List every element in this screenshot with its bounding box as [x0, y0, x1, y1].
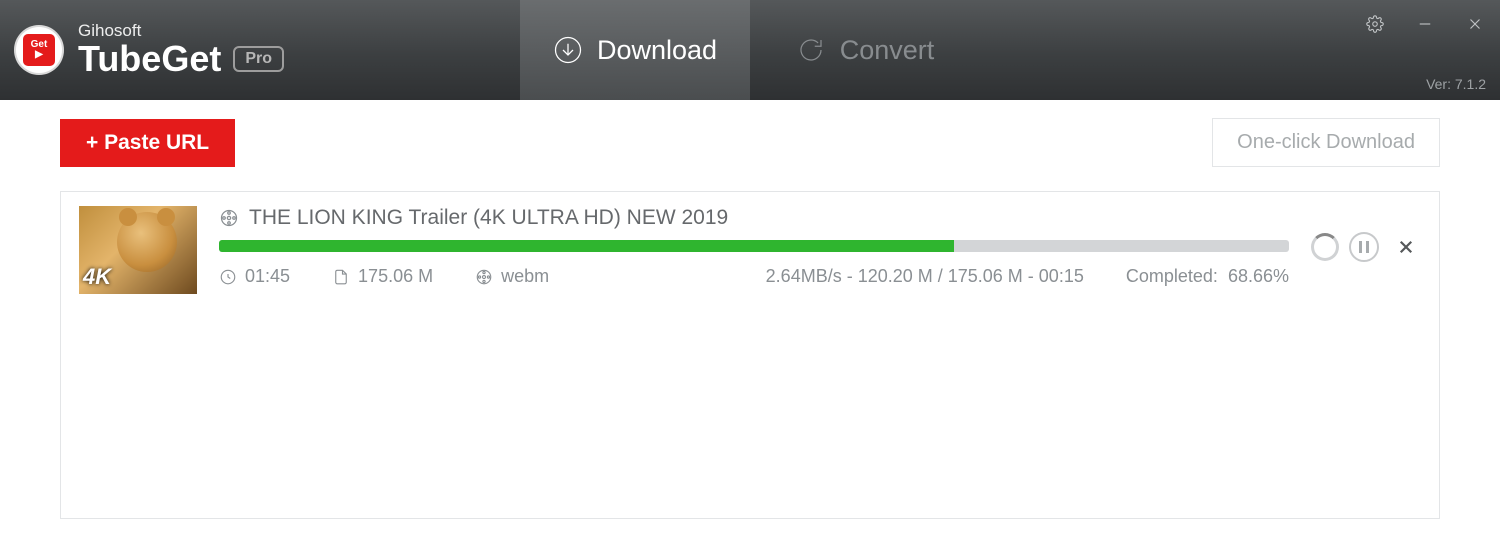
pro-badge: Pro	[233, 46, 284, 72]
film-icon	[219, 208, 239, 228]
video-title: THE LION KING Trailer (4K ULTRA HD) NEW …	[249, 206, 728, 230]
transfer-stats: 2.64MB/s - 120.20 M / 175.06 M - 00:15	[766, 266, 1084, 287]
app-logo-glyph: Get▶	[23, 34, 55, 66]
mode-tabs: Download Convert	[520, 0, 980, 100]
tab-download[interactable]: Download	[520, 0, 750, 100]
item-controls	[1311, 232, 1421, 262]
file-size: 175.06 M	[332, 266, 433, 287]
progress-fill	[219, 240, 954, 252]
pause-button[interactable]	[1349, 232, 1379, 262]
file-size-value: 175.06 M	[358, 266, 433, 287]
minimize-icon	[1416, 15, 1434, 33]
tab-convert[interactable]: Convert	[750, 0, 980, 100]
completed-label: Completed:	[1126, 266, 1218, 286]
video-thumbnail: 4K	[79, 206, 197, 294]
tab-download-label: Download	[597, 35, 717, 66]
download-body: THE LION KING Trailer (4K ULTRA HD) NEW …	[219, 206, 1289, 287]
duration-value: 01:45	[245, 266, 290, 287]
resolution-badge: 4K	[83, 264, 111, 290]
format: webm	[475, 266, 549, 287]
format-value: webm	[501, 266, 549, 287]
progress-bar	[219, 240, 1289, 252]
download-list: 4K THE LION KING Trailer (4K ULTRA HD) N…	[60, 191, 1440, 519]
loading-spinner-icon	[1311, 233, 1339, 261]
close-button[interactable]	[1450, 0, 1500, 48]
vendor-name: Gihosoft	[78, 22, 284, 41]
app-name: TubeGet	[78, 40, 221, 78]
x-icon	[1397, 238, 1415, 256]
main-area: + Paste URL One-click Download 4K THE LI…	[0, 100, 1500, 519]
window-controls	[1350, 0, 1500, 48]
paste-url-button[interactable]: + Paste URL	[60, 119, 235, 167]
tab-convert-label: Convert	[840, 35, 935, 66]
one-click-download-button[interactable]: One-click Download	[1212, 118, 1440, 167]
settings-button[interactable]	[1350, 0, 1400, 48]
download-item: 4K THE LION KING Trailer (4K ULTRA HD) N…	[79, 206, 1421, 294]
close-icon	[1466, 15, 1484, 33]
pause-icon	[1359, 241, 1369, 253]
app-header: Get▶ Gihosoft TubeGet Pro Download Conve…	[0, 0, 1500, 100]
minimize-button[interactable]	[1400, 0, 1450, 48]
convert-icon	[796, 35, 826, 65]
file-icon	[332, 268, 350, 286]
action-row: + Paste URL One-click Download	[60, 118, 1440, 167]
format-icon	[475, 268, 493, 286]
completed-percent: 68.66%	[1228, 266, 1289, 286]
version-label: Ver: 7.1.2	[1426, 76, 1486, 92]
cancel-button[interactable]	[1391, 232, 1421, 262]
completed-status: Completed: 68.66%	[1126, 266, 1289, 287]
gear-icon	[1366, 15, 1384, 33]
duration: 01:45	[219, 266, 290, 287]
clock-icon	[219, 268, 237, 286]
app-title-block: Gihosoft TubeGet Pro	[78, 22, 284, 78]
download-meta-row: 01:45 175.06 M webm 2.64MB/s - 120.20 M …	[219, 266, 1289, 287]
download-icon	[553, 35, 583, 65]
app-logo: Get▶	[14, 25, 64, 75]
